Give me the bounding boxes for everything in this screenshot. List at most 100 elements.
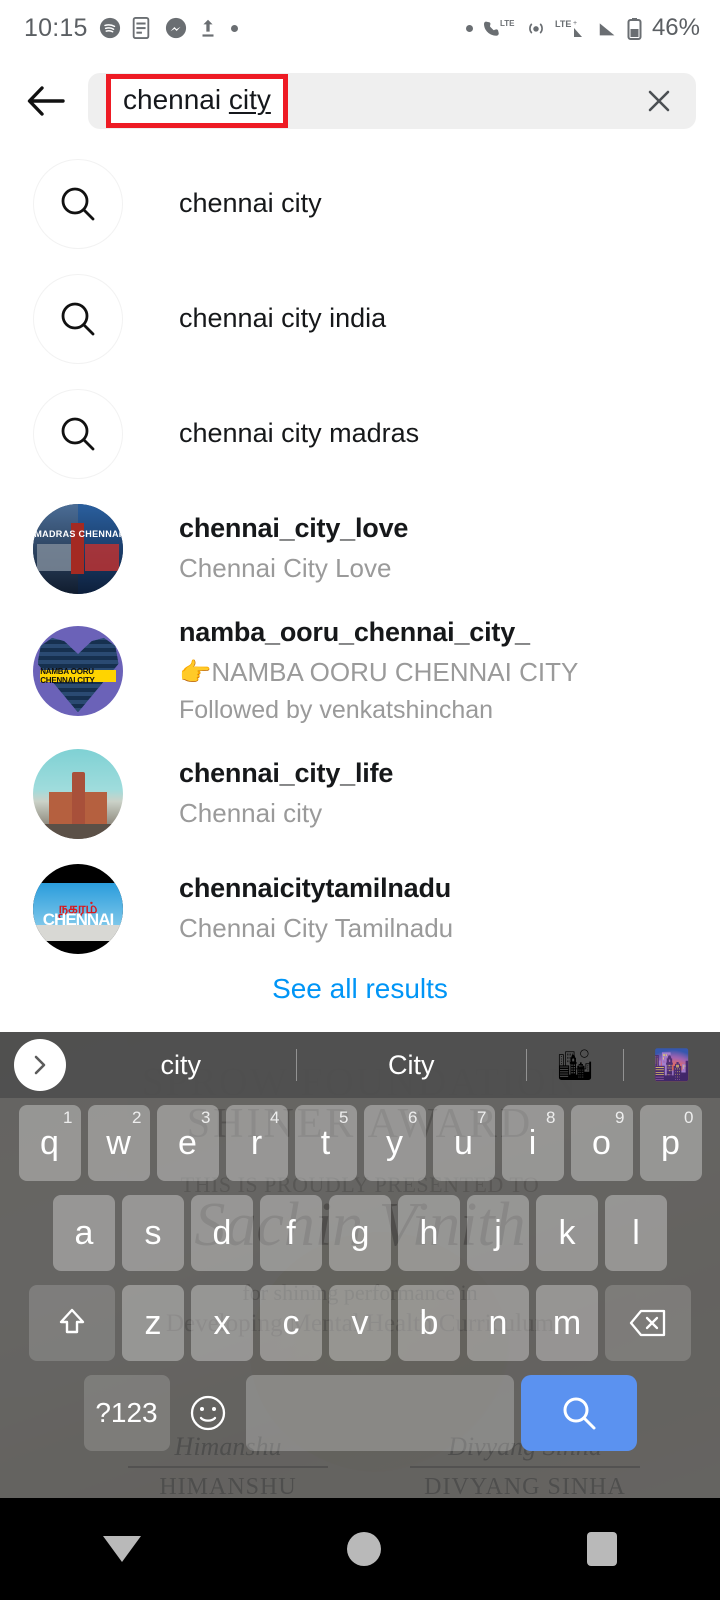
list-item-text: chennai city madras <box>179 418 419 449</box>
see-all-results-button[interactable]: See all results <box>0 973 720 1005</box>
suggestion-emoji-0[interactable]: 🏙 <box>527 1048 623 1083</box>
key-l[interactable]: l <box>605 1195 667 1271</box>
chevron-right-icon <box>29 1054 51 1076</box>
key-g[interactable]: g <box>329 1195 391 1271</box>
nav-home-icon[interactable] <box>347 1532 381 1566</box>
key-i[interactable]: 8i <box>501 1105 564 1181</box>
search-value-wrap: chennai city <box>106 70 288 132</box>
suggestion-chip-1[interactable]: City <box>297 1050 527 1081</box>
search-input[interactable]: chennai city <box>88 73 696 129</box>
account-fullname: Chennai City Love <box>179 553 392 583</box>
account-fullname: Chennai City Tamilnadu <box>179 913 454 943</box>
svg-text:+: + <box>573 20 577 27</box>
search-text-underlined: city <box>228 84 271 115</box>
list-item[interactable]: NAMBA OORU CHENNAI CITY namba_ooru_chenn… <box>0 606 720 736</box>
search-icon <box>559 1393 599 1433</box>
battery-icon <box>627 17 642 40</box>
more-dot-icon <box>230 24 238 32</box>
status-bar-right: LTE LTE + 46% <box>465 14 700 42</box>
key-f[interactable]: f <box>260 1195 322 1271</box>
status-bar: 10:15 LTE LTE + 46% <box>0 0 720 56</box>
key-v[interactable]: v <box>329 1285 391 1361</box>
key-number: 3 <box>201 1108 211 1127</box>
key-o[interactable]: 9o <box>570 1105 633 1181</box>
key-h[interactable]: h <box>398 1195 460 1271</box>
key-d[interactable]: d <box>191 1195 253 1271</box>
key-q[interactable]: 1q <box>18 1105 81 1181</box>
dot-icon <box>465 24 473 32</box>
avatar-caption: NAMBA OORU CHENNAI CITY <box>40 667 116 685</box>
key-n[interactable]: n <box>467 1285 529 1361</box>
key-z[interactable]: z <box>122 1285 184 1361</box>
emoji-key[interactable] <box>177 1375 239 1451</box>
key-r[interactable]: 4r <box>225 1105 288 1181</box>
key-number: 0 <box>684 1108 694 1127</box>
space-key[interactable] <box>245 1375 514 1451</box>
suggestion-chip-0[interactable]: city <box>66 1050 296 1081</box>
nav-back-icon[interactable] <box>103 1536 141 1562</box>
status-clock: 10:15 <box>24 13 88 42</box>
key-x[interactable]: x <box>191 1285 253 1361</box>
list-item[interactable]: chennai city <box>0 146 720 261</box>
key-u[interactable]: 7u <box>432 1105 495 1181</box>
keyboard-row-3: z x c v b n m <box>0 1278 720 1368</box>
key-m[interactable]: m <box>536 1285 598 1361</box>
key-a[interactable]: a <box>53 1195 115 1271</box>
shift-key[interactable] <box>29 1285 115 1361</box>
list-item[interactable]: chennai city madras <box>0 376 720 491</box>
avatar-caption-left: MADRAS <box>34 528 76 539</box>
battery-percent: 46% <box>651 14 700 41</box>
annotation-box: chennai city <box>106 74 288 128</box>
avatar <box>33 748 123 839</box>
key-label: p <box>661 1123 680 1162</box>
account-fullname: 👉NAMBA OORU CHENNAI CITY <box>179 657 579 687</box>
key-c[interactable]: c <box>260 1285 322 1361</box>
key-t[interactable]: 5t <box>294 1105 357 1181</box>
avatar-caption-right: CHENNAI <box>78 528 122 539</box>
expand-suggestions-button[interactable] <box>14 1039 66 1091</box>
key-w[interactable]: 2w <box>87 1105 150 1181</box>
key-label: o <box>592 1123 611 1162</box>
key-number: 4 <box>270 1108 280 1127</box>
account-fullname: Chennai city <box>179 798 323 828</box>
keyboard-rows: 1q 2w 3e 4r 5t 6y 7u 8i 9o 0p a s d f g … <box>0 1098 720 1458</box>
suggestion-emoji-1[interactable]: 🌆 <box>624 1048 720 1083</box>
phone-screen: 10:15 LTE LTE + 46% chennai city chennai… <box>0 0 720 1600</box>
key-j[interactable]: j <box>467 1195 529 1271</box>
svg-text:LTE: LTE <box>555 19 571 29</box>
list-item-text: chennai city <box>179 188 322 219</box>
symbols-key[interactable]: ?123 <box>83 1375 170 1451</box>
key-b[interactable]: b <box>398 1285 460 1361</box>
key-label: r <box>250 1123 263 1162</box>
key-p[interactable]: 0p <box>639 1105 702 1181</box>
back-button[interactable] <box>14 84 78 118</box>
search-key[interactable] <box>520 1375 637 1451</box>
clear-search-button[interactable] <box>644 86 674 116</box>
list-item[interactable]: நகரம் CHENNAI chennaicitytamilnadu Chenn… <box>0 851 720 966</box>
shift-icon <box>55 1306 89 1340</box>
search-icon <box>33 388 123 479</box>
list-item[interactable]: chennai_city_life Chennai city <box>0 736 720 851</box>
key-number: 6 <box>408 1108 418 1127</box>
backspace-key[interactable] <box>605 1285 691 1361</box>
query-label: chennai city madras <box>179 418 420 448</box>
list-item[interactable]: MADRAS CHENNAI chennai_city_love Chennai… <box>0 491 720 606</box>
nav-recents-icon[interactable] <box>587 1532 617 1566</box>
keyboard-row-1: 1q 2w 3e 4r 5t 6y 7u 8i 9o 0p <box>0 1098 720 1188</box>
key-y[interactable]: 6y <box>363 1105 426 1181</box>
list-item[interactable]: chennai city india <box>0 261 720 376</box>
android-nav-bar <box>0 1498 720 1600</box>
signal-bar-icon <box>597 17 619 39</box>
notes-icon <box>132 17 154 39</box>
key-s[interactable]: s <box>122 1195 184 1271</box>
keyboard: SPROW FOUNDATION SHINER AWARD THIS IS PR… <box>0 1032 720 1498</box>
status-bar-left: 10:15 <box>24 14 238 43</box>
hotspot-icon <box>525 17 547 39</box>
key-e[interactable]: 3e <box>156 1105 219 1181</box>
avatar: MADRAS CHENNAI <box>33 503 123 594</box>
list-item-text: chennaicitytamilnadu Chennai City Tamiln… <box>179 873 453 944</box>
key-k[interactable]: k <box>536 1195 598 1271</box>
list-item-text: chennai_city_life Chennai city <box>179 758 393 829</box>
backspace-icon <box>629 1308 667 1338</box>
keyboard-row-4: ?123 <box>0 1368 720 1458</box>
